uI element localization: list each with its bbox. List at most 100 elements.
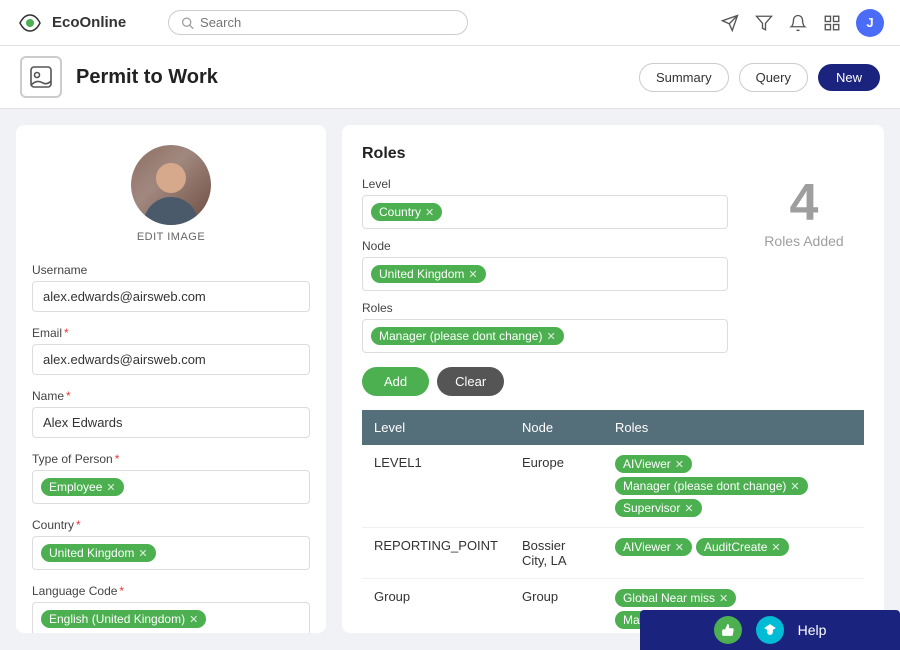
app-name: EcoOnline — [52, 14, 126, 31]
edit-image-label[interactable]: EDIT IMAGE — [137, 231, 205, 243]
level-tag-remove[interactable]: ✕ — [425, 206, 434, 219]
sub-header-left: Permit to Work — [20, 56, 218, 98]
roles-table-header-row: Level Node Roles — [362, 410, 864, 445]
cell-roles: AIViewer ✕ Manager (please dont change) ✕… — [603, 445, 864, 528]
level-tags-field[interactable]: Country ✕ — [362, 195, 728, 229]
name-field: Name* — [32, 389, 310, 438]
language-required: * — [119, 584, 124, 598]
right-panel: Roles Level Country ✕ Node — [342, 125, 884, 633]
name-label: Name* — [32, 389, 310, 403]
help-label: Help — [798, 622, 827, 638]
avatar-face — [131, 145, 211, 225]
send-icon[interactable] — [720, 13, 740, 33]
add-button[interactable]: Add — [362, 367, 429, 396]
roles-actions: Add Clear — [362, 367, 864, 396]
type-required: * — [115, 452, 120, 466]
role-tag-remove[interactable]: ✕ — [675, 541, 684, 554]
page-title: Permit to Work — [76, 66, 218, 89]
country-tag: United Kingdom ✕ — [41, 544, 156, 562]
email-label: Email* — [32, 326, 310, 340]
cell-roles: AIViewer ✕AuditCreate ✕ — [603, 528, 864, 579]
node-label: Node — [362, 239, 728, 253]
summary-button[interactable]: Summary — [639, 63, 729, 92]
node-tag: United Kingdom ✕ — [371, 265, 486, 283]
page-icon — [20, 56, 62, 98]
search-bar[interactable] — [168, 10, 468, 35]
graduation-hat-button[interactable] — [756, 616, 784, 644]
email-required: * — [64, 326, 69, 340]
level-label: Level — [362, 177, 728, 191]
sub-header: Permit to Work Summary Query New — [0, 46, 900, 109]
role-tag: AIViewer ✕ — [615, 455, 692, 473]
node-tag-remove[interactable]: ✕ — [468, 268, 477, 281]
role-tag-remove[interactable]: ✕ — [790, 480, 799, 493]
username-label: Username — [32, 263, 310, 277]
username-field: Username — [32, 263, 310, 312]
logo-icon — [16, 9, 44, 37]
roles-table-head: Level Node Roles — [362, 410, 864, 445]
roles-table: Level Node Roles LEVEL1Europe AIViewer ✕ M… — [362, 410, 864, 633]
username-input[interactable] — [32, 281, 310, 312]
role-tag-remove[interactable]: ✕ — [771, 541, 780, 554]
sub-header-actions: Summary Query New — [639, 63, 880, 92]
roles-select-label: Roles — [362, 301, 728, 315]
country-field: Country* United Kingdom ✕ — [32, 518, 310, 570]
roles-title: Roles — [362, 145, 864, 163]
col-node: Node — [510, 410, 603, 445]
country-tag-remove[interactable]: ✕ — [138, 547, 147, 560]
avatar — [131, 145, 211, 225]
clear-button[interactable]: Clear — [437, 367, 504, 396]
type-tags-field[interactable]: Employee ✕ — [32, 470, 310, 504]
nav-icons: J — [720, 9, 884, 37]
type-tag-remove[interactable]: ✕ — [106, 481, 115, 494]
cell-node: Europe — [510, 445, 603, 528]
grid-icon[interactable] — [822, 13, 842, 33]
language-tags-field[interactable]: English (United Kingdom) ✕ — [32, 602, 310, 633]
thumbs-up-button[interactable] — [714, 616, 742, 644]
filter-icon[interactable] — [754, 13, 774, 33]
main-content: EDIT IMAGE Username Email* Name* Type of… — [0, 109, 900, 649]
help-bar: Help — [640, 610, 900, 650]
roles-tag: Manager (please dont change) ✕ — [371, 327, 564, 345]
roles-select-field: Roles Manager (please dont change) ✕ — [362, 301, 728, 353]
node-tags-field[interactable]: United Kingdom ✕ — [362, 257, 728, 291]
roles-form-row: Level Country ✕ Node United Kingdom — [362, 177, 864, 353]
language-field: Language Code* English (United Kingdom) … — [32, 584, 310, 633]
email-input[interactable] — [32, 344, 310, 375]
cell-level: Group — [362, 579, 510, 634]
bell-icon[interactable] — [788, 13, 808, 33]
language-tag-remove[interactable]: ✕ — [189, 613, 198, 626]
cell-level: LEVEL1 — [362, 445, 510, 528]
new-button[interactable]: New — [818, 64, 880, 91]
role-tag: Global Near miss ✕ — [615, 589, 736, 607]
roles-added-label: Roles Added — [764, 233, 843, 249]
roles-tag-remove[interactable]: ✕ — [546, 330, 555, 343]
top-nav: EcoOnline — [0, 0, 900, 46]
cell-node: Bossier City, LA — [510, 528, 603, 579]
user-avatar[interactable]: J — [856, 9, 884, 37]
roles-table-body: LEVEL1Europe AIViewer ✕ Manager (please do… — [362, 445, 864, 633]
roles-fields: Level Country ✕ Node United Kingdom — [362, 177, 728, 353]
table-row: REPORTING_POINTBossier City, LAAIViewer … — [362, 528, 864, 579]
cell-node: Group — [510, 579, 603, 634]
role-tag-remove[interactable]: ✕ — [684, 502, 693, 515]
country-tags-field[interactable]: United Kingdom ✕ — [32, 536, 310, 570]
col-roles: Roles — [603, 410, 864, 445]
search-input[interactable] — [200, 15, 455, 30]
role-tag-remove[interactable]: ✕ — [675, 458, 684, 471]
language-label: Language Code* — [32, 584, 310, 598]
role-tag: Manager (please dont change) ✕ — [615, 477, 808, 495]
type-label: Type of Person* — [32, 452, 310, 466]
role-tag: AuditCreate ✕ — [696, 538, 789, 556]
roles-tags-field[interactable]: Manager (please dont change) ✕ — [362, 319, 728, 353]
role-tag: AIViewer ✕ — [615, 538, 692, 556]
type-of-person-field: Type of Person* Employee ✕ — [32, 452, 310, 504]
query-button[interactable]: Query — [739, 63, 808, 92]
avatar-section: EDIT IMAGE — [32, 145, 310, 243]
type-tag: Employee ✕ — [41, 478, 124, 496]
left-panel: EDIT IMAGE Username Email* Name* Type of… — [16, 125, 326, 633]
role-tag-remove[interactable]: ✕ — [719, 592, 728, 605]
name-required: * — [66, 389, 71, 403]
roles-added-section: 4 Roles Added — [744, 177, 864, 249]
name-input[interactable] — [32, 407, 310, 438]
